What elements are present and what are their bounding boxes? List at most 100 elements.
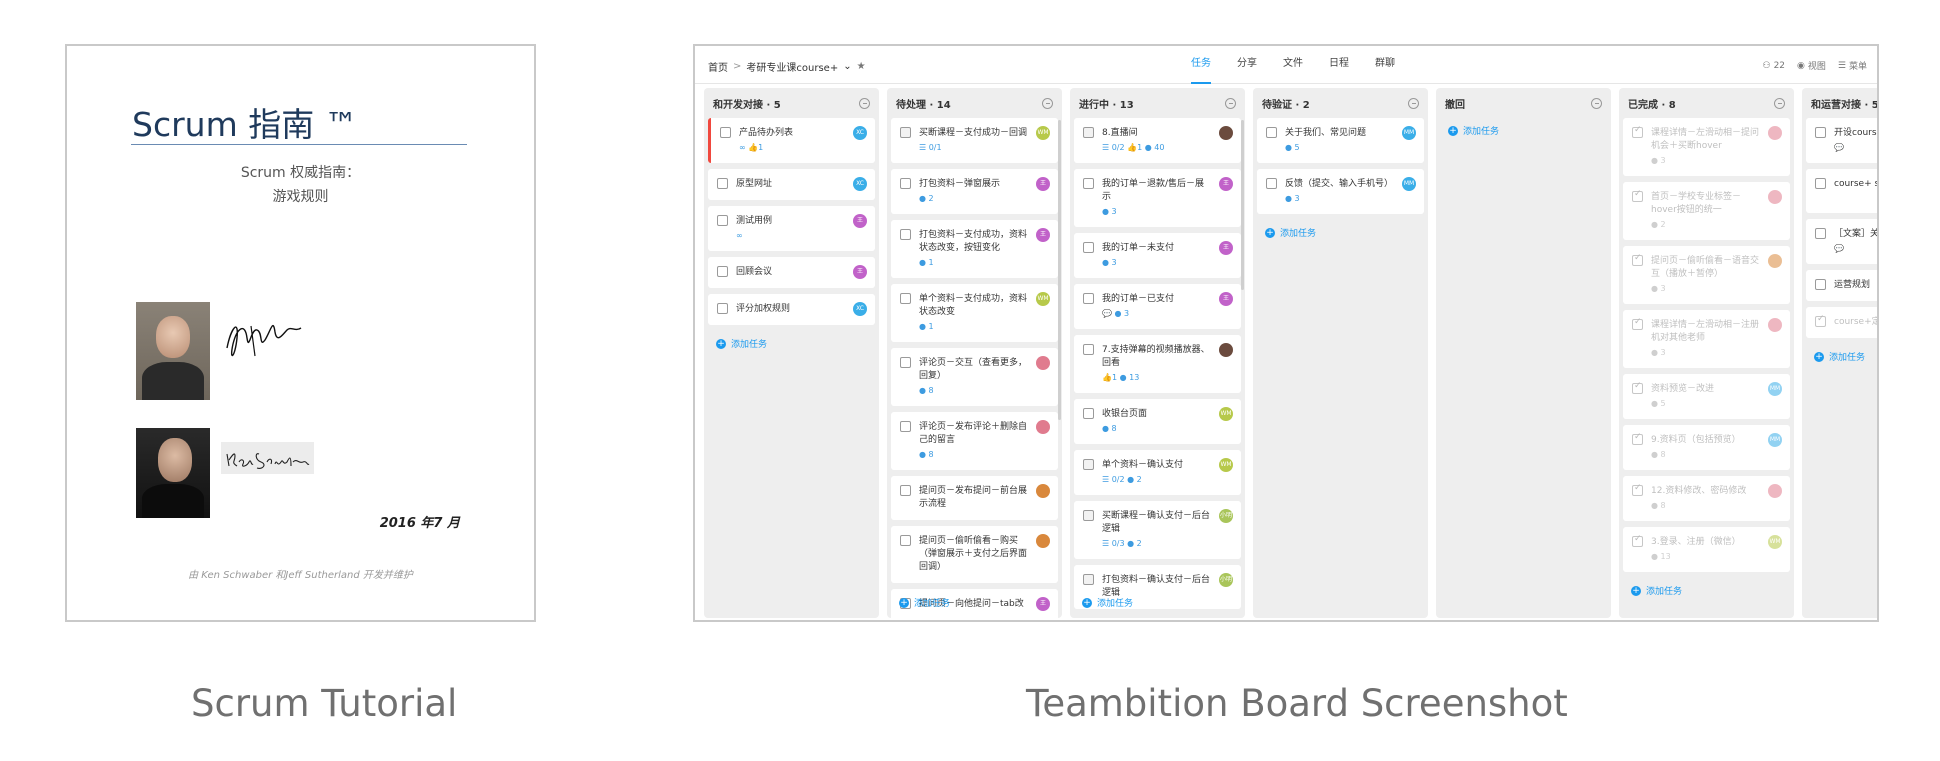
assignee-avatar[interactable]: WM bbox=[1768, 535, 1782, 549]
column-scrollbar[interactable] bbox=[1241, 120, 1244, 290]
chevron-down-icon[interactable]: ⌄ bbox=[843, 61, 851, 72]
assignee-avatar[interactable]: WM bbox=[1036, 292, 1050, 306]
assignee-avatar[interactable] bbox=[1768, 484, 1782, 498]
tab-tasks[interactable]: 任务 bbox=[1191, 46, 1211, 84]
task-card[interactable]: 关于我们、常见问题 ● 5 MM bbox=[1257, 118, 1424, 163]
assignee-avatar[interactable] bbox=[1036, 356, 1050, 370]
task-card[interactable]: 收银台页面 ● 8 WM bbox=[1074, 399, 1241, 444]
task-checkbox[interactable] bbox=[717, 303, 728, 314]
task-checkbox[interactable] bbox=[1083, 127, 1094, 138]
menu-button[interactable]: ☰ 菜单 bbox=[1838, 59, 1867, 73]
assignee-avatar[interactable] bbox=[1036, 484, 1050, 498]
task-card[interactable]: 7.支持弹幕的视频播放器、回看 👍1 ● 13 bbox=[1074, 335, 1241, 393]
task-card[interactable]: course+定 bbox=[1806, 307, 1877, 338]
assignee-avatar[interactable]: MM bbox=[1768, 433, 1782, 447]
assignee-avatar[interactable]: WM bbox=[1219, 458, 1233, 472]
task-card[interactable]: 8.直播间 ☰ 0/2 👍1 ● 40 bbox=[1074, 118, 1241, 163]
task-checkbox[interactable] bbox=[1632, 483, 1643, 496]
column-menu-icon[interactable] bbox=[1225, 97, 1236, 109]
column-menu-icon[interactable] bbox=[1408, 97, 1419, 109]
column-menu-icon[interactable] bbox=[1774, 97, 1785, 109]
assignee-avatar[interactable] bbox=[1768, 254, 1782, 268]
task-card[interactable]: 打包资料－支付成功，资料状态改变，按钮变化 ● 1 王 bbox=[891, 220, 1058, 278]
task-card[interactable]: 12.资料修改、密码修改 ● 8 bbox=[1623, 476, 1790, 521]
view-button[interactable]: ◉ 视图 bbox=[1797, 59, 1826, 73]
assignee-avatar[interactable]: 王 bbox=[1219, 177, 1233, 191]
tab-schedule[interactable]: 日程 bbox=[1329, 46, 1349, 84]
task-checkbox[interactable] bbox=[1083, 178, 1094, 189]
assignee-avatar[interactable]: 小明 bbox=[1219, 573, 1233, 587]
column-menu-icon[interactable] bbox=[1591, 97, 1602, 109]
task-card[interactable]: 我的订单－未支付 ● 3 王 bbox=[1074, 233, 1241, 278]
task-card[interactable]: 买断课程－支付成功－回调 ☰ 0/1 WM bbox=[891, 118, 1058, 163]
add-task-button[interactable]: + 添加任务 bbox=[1082, 596, 1133, 609]
task-card[interactable]: 单个资料－支付成功，资料状态改变 ● 1 WM bbox=[891, 284, 1058, 342]
task-checkbox[interactable] bbox=[1266, 178, 1277, 189]
task-checkbox[interactable] bbox=[1632, 125, 1643, 138]
task-checkbox[interactable] bbox=[900, 127, 911, 138]
task-card[interactable]: 首页－学校专业标签－hover按钮的统一 ● 2 bbox=[1623, 182, 1790, 240]
task-card[interactable]: 资料预览－改进 ● 5 MM bbox=[1623, 374, 1790, 419]
assignee-avatar[interactable]: MM bbox=[1402, 177, 1416, 191]
task-card[interactable]: 课程详情－左滑动相－注册机对其他老师 ● 3 bbox=[1623, 310, 1790, 368]
task-card[interactable]: 运营规划 bbox=[1806, 270, 1877, 301]
task-card[interactable]: 我的订单－退款/售后－展示 ● 3 王 bbox=[1074, 169, 1241, 227]
task-checkbox[interactable] bbox=[1083, 574, 1094, 585]
assignee-avatar[interactable]: 王 bbox=[1036, 597, 1050, 611]
assignee-avatar[interactable]: WM bbox=[1219, 407, 1233, 421]
assignee-avatar[interactable]: XC bbox=[853, 302, 867, 316]
task-card[interactable]: 买断课程－确认支付－后台逻辑 ☰ 0/3 ● 2 小明 bbox=[1074, 501, 1241, 559]
task-checkbox[interactable] bbox=[900, 293, 911, 304]
assignee-avatar[interactable]: XC bbox=[853, 177, 867, 191]
column-menu-icon[interactable] bbox=[859, 97, 870, 109]
task-card[interactable]: 回顾会议 王 bbox=[708, 257, 875, 288]
task-checkbox[interactable] bbox=[900, 485, 911, 496]
task-checkbox[interactable] bbox=[1083, 459, 1094, 470]
task-checkbox[interactable] bbox=[1083, 344, 1094, 355]
assignee-avatar[interactable] bbox=[1768, 190, 1782, 204]
assignee-avatar[interactable] bbox=[1219, 126, 1233, 140]
task-card[interactable]: 打包资料－弹窗展示 ● 2 王 bbox=[891, 169, 1058, 214]
task-card[interactable]: course+ slo更专业 bbox=[1806, 169, 1877, 213]
task-card[interactable]: 评论页－交互（查看更多，回复） ● 8 bbox=[891, 348, 1058, 406]
assignee-avatar[interactable]: WM bbox=[1036, 126, 1050, 140]
members-button[interactable]: ⚇ 22 bbox=[1763, 59, 1786, 72]
task-card[interactable]: ［文案］关 💬 bbox=[1806, 219, 1877, 264]
breadcrumb-home[interactable]: 首页 bbox=[708, 59, 728, 74]
task-card[interactable]: 测试用例 ∞ 王 bbox=[708, 206, 875, 251]
task-checkbox[interactable] bbox=[1083, 408, 1094, 419]
assignee-avatar[interactable]: 王 bbox=[1219, 292, 1233, 306]
task-card[interactable]: 提问页－偷听偷看－购买（弹窗展示＋支付之后界面回调） bbox=[891, 526, 1058, 583]
task-checkbox[interactable] bbox=[900, 357, 911, 368]
add-task-button[interactable]: + 添加任务 bbox=[1631, 584, 1682, 597]
task-card[interactable]: 提问页－发布提问－前台展示流程 bbox=[891, 476, 1058, 520]
task-card[interactable]: 9.资料页（包括预览） ● 8 MM bbox=[1623, 425, 1790, 470]
assignee-avatar[interactable]: 小明 bbox=[1219, 509, 1233, 523]
task-checkbox[interactable] bbox=[717, 178, 728, 189]
task-card[interactable]: 原型网址 XC bbox=[708, 169, 875, 200]
assignee-avatar[interactable]: MM bbox=[1402, 126, 1416, 140]
task-card[interactable]: 反馈（提交、输入手机号） ● 3 MM bbox=[1257, 169, 1424, 214]
task-card[interactable]: 开设course 💬 bbox=[1806, 118, 1877, 163]
tab-group-chat[interactable]: 群聊 bbox=[1375, 46, 1395, 84]
task-checkbox[interactable] bbox=[1632, 432, 1643, 445]
column-menu-icon[interactable] bbox=[1042, 97, 1053, 109]
task-checkbox[interactable] bbox=[1632, 189, 1643, 202]
task-checkbox[interactable] bbox=[1632, 381, 1643, 394]
assignee-avatar[interactable]: 王 bbox=[853, 265, 867, 279]
assignee-avatar[interactable] bbox=[1768, 126, 1782, 140]
tab-share[interactable]: 分享 bbox=[1237, 46, 1257, 84]
assignee-avatar[interactable]: XC bbox=[853, 126, 867, 140]
task-checkbox[interactable] bbox=[1083, 510, 1094, 521]
assignee-avatar[interactable]: 王 bbox=[1036, 228, 1050, 242]
task-card[interactable]: 评分加权规则 XC bbox=[708, 294, 875, 325]
task-checkbox[interactable] bbox=[1815, 228, 1826, 239]
breadcrumb-project[interactable]: 考研专业课course+ bbox=[746, 59, 838, 74]
task-card[interactable]: 我的订单－已支付 💬 ● 3 王 bbox=[1074, 284, 1241, 329]
task-card[interactable]: 评论页－发布评论＋删除自己的留言 ● 8 bbox=[891, 412, 1058, 470]
assignee-avatar[interactable] bbox=[1219, 343, 1233, 357]
task-checkbox[interactable] bbox=[1266, 127, 1277, 138]
assignee-avatar[interactable]: 王 bbox=[1036, 177, 1050, 191]
task-checkbox[interactable] bbox=[1815, 178, 1826, 189]
star-icon[interactable]: ★ bbox=[857, 61, 866, 72]
